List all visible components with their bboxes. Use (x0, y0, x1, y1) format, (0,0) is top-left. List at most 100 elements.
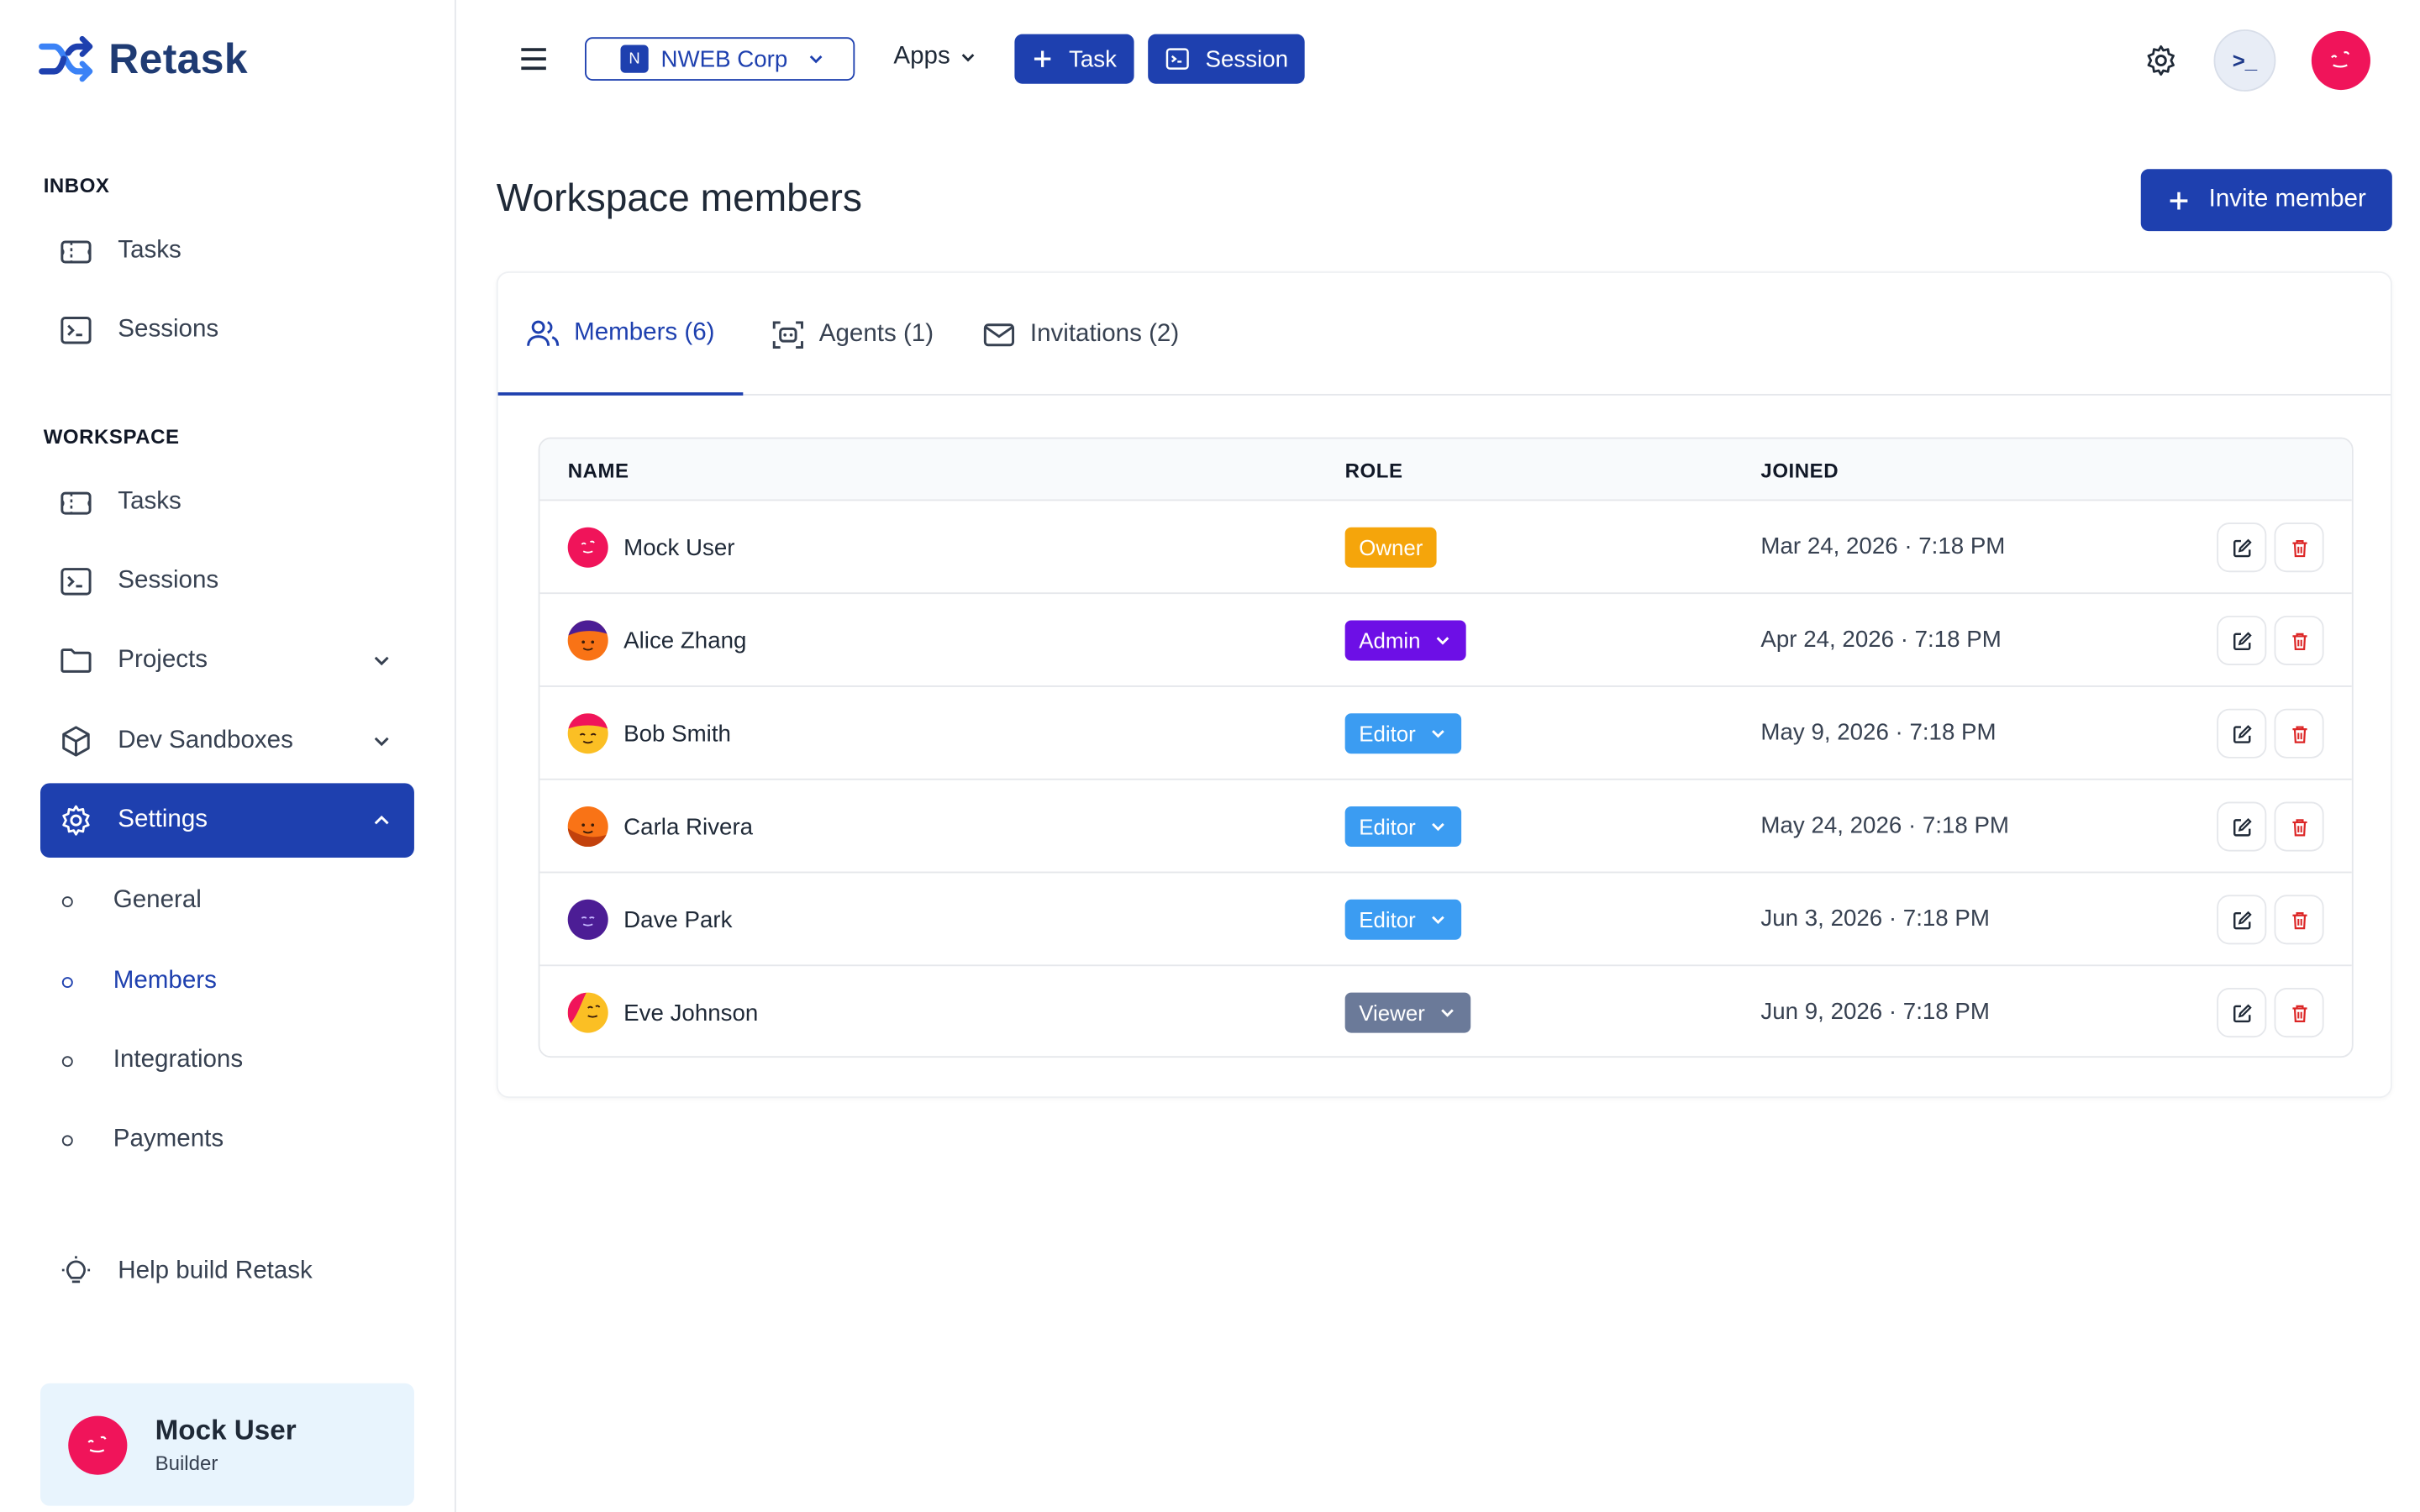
member-name: Bob Smith (623, 720, 731, 747)
sidebar-item-dev-sandboxes[interactable]: Dev Sandboxes (40, 704, 414, 779)
member-name-cell: Eve Johnson (567, 992, 758, 1033)
member-name: Alice Zhang (623, 627, 747, 654)
edit-icon (2233, 538, 2251, 557)
remove-member-button[interactable] (2274, 895, 2324, 945)
chevron-down-icon[interactable] (371, 650, 392, 672)
sidebar: Retask INBOX Tasks Sessions WORKSPACE Ta… (0, 0, 456, 1512)
remove-member-button[interactable] (2274, 801, 2324, 852)
bullet-icon (61, 895, 73, 907)
member-name-cell: Dave Park (567, 899, 733, 940)
avatar-face-icon (567, 713, 608, 744)
table-row: Carla Rivera Editor May 24, 2026 · 7:18 … (539, 780, 2352, 874)
sidebar-item-label: Sessions (118, 316, 219, 344)
shuffle-logo-icon (39, 35, 93, 82)
role-label: Editor (1359, 814, 1416, 839)
sidebar-subitem-payments[interactable]: Payments (40, 1109, 414, 1171)
table-header: NAME ROLE JOINED (539, 438, 2352, 501)
role-dropdown[interactable]: Editor (1344, 899, 1461, 940)
avatar (567, 899, 608, 940)
brand-name: Retask (108, 34, 248, 81)
joined-date: Apr 24, 2026 · 7:18 PM (1760, 626, 2002, 654)
member-name-cell: Carla Rivera (567, 806, 753, 848)
sidebar-subitem-integrations[interactable]: Integrations (40, 1030, 414, 1092)
tab-invitations[interactable]: Invitations (2) (982, 273, 1180, 396)
user-role: Builder (155, 1452, 218, 1475)
table-row: Eve Johnson Viewer Jun 9, 2026 · 7:18 PM (539, 966, 2351, 1056)
help-build-label: Help build Retask (118, 1257, 313, 1284)
table-row: Alice Zhang Admin Apr 24, 2026 · 7:18 PM (539, 594, 2352, 687)
sidebar-item-inbox-sessions[interactable]: Sessions (40, 293, 414, 368)
new-session-button[interactable]: Session (1148, 34, 1306, 84)
sidebar-item-label: Dev Sandboxes (118, 727, 293, 754)
member-name-cell: Mock User (567, 527, 735, 568)
joined-date: Jun 3, 2026 · 7:18 PM (1760, 906, 1990, 932)
page-title: Workspace members (496, 176, 862, 221)
current-user-card[interactable]: Mock User Builder (40, 1383, 414, 1506)
hamburger-menu-icon[interactable] (518, 44, 550, 75)
avatar-face-icon (567, 620, 608, 651)
sidebar-item-inbox-tasks[interactable]: Tasks (40, 214, 414, 289)
workspace-selector[interactable]: N NWEB Corp (585, 37, 855, 81)
plus-icon (1034, 50, 1051, 67)
member-name: Mock User (623, 534, 735, 561)
sidebar-subitem-general[interactable]: General (40, 870, 414, 932)
edit-member-button[interactable] (2217, 988, 2267, 1038)
inbox-section-label: INBOX (43, 173, 110, 197)
joined-date: Jun 9, 2026 · 7:18 PM (1760, 998, 1990, 1026)
new-task-button[interactable]: Task (1014, 34, 1134, 84)
member-name-cell: Alice Zhang (567, 620, 747, 661)
tab-agents[interactable]: Agents (1) (771, 273, 934, 396)
invite-member-button[interactable]: Invite member (2140, 169, 2392, 232)
edit-member-button[interactable] (2217, 615, 2267, 666)
terminal-toggle-button[interactable]: >_ (2213, 29, 2276, 92)
sidebar-item-projects[interactable]: Projects (40, 623, 414, 698)
chevron-up-icon[interactable] (371, 810, 392, 832)
sidebar-item-sessions[interactable]: Sessions (40, 544, 414, 619)
edit-member-button[interactable] (2217, 708, 2267, 759)
sidebar-item-label: Settings (118, 806, 208, 833)
tab-label: Invitations (2) (1029, 320, 1180, 347)
apps-menu-button[interactable]: Apps (893, 44, 978, 71)
role-dropdown[interactable]: Viewer (1344, 992, 1470, 1033)
sidebar-item-tasks[interactable]: Tasks (40, 465, 414, 540)
joined-date: May 9, 2026 · 7:18 PM (1760, 719, 1996, 747)
avatar-face-icon (87, 1435, 107, 1452)
role-dropdown[interactable]: Editor (1344, 713, 1461, 754)
remove-member-button[interactable] (2274, 988, 2324, 1038)
remove-member-button[interactable] (2274, 615, 2324, 666)
role-dropdown[interactable]: Admin (1344, 620, 1466, 661)
chevron-down-icon[interactable] (371, 731, 392, 753)
avatar (567, 713, 608, 754)
edit-icon (2233, 631, 2251, 650)
sidebar-subitem-label: Members (113, 968, 217, 995)
brand-logo[interactable]: Retask (37, 31, 248, 87)
tab-members[interactable]: Members (6) (497, 273, 743, 396)
remove-member-button[interactable] (2274, 708, 2324, 759)
user-avatar-button[interactable] (2311, 30, 2370, 91)
joined-date: May 24, 2026 · 7:18 PM (1760, 812, 2010, 839)
sidebar-subitem-members[interactable]: Members (40, 951, 414, 1013)
gear-icon[interactable] (2144, 44, 2178, 78)
edit-icon (2233, 1003, 2251, 1022)
edit-icon (2233, 724, 2251, 743)
edit-member-button[interactable] (2217, 895, 2267, 945)
role-dropdown[interactable]: Editor (1344, 806, 1461, 848)
invite-member-label: Invite member (2208, 186, 2366, 213)
new-task-label: Task (1069, 45, 1117, 72)
role-label: Admin (1359, 627, 1421, 654)
terminal-icon (60, 568, 92, 596)
remove-member-button[interactable] (2274, 522, 2324, 573)
chevron-down-icon (1440, 1009, 1454, 1017)
sidebar-subitem-label: Integrations (113, 1047, 244, 1074)
sidebar-subitem-label: General (113, 887, 202, 914)
terminal-icon (1165, 48, 1189, 70)
member-name: Dave Park (623, 906, 733, 933)
role-label: Owner (1359, 534, 1423, 560)
trash-icon (2291, 725, 2307, 743)
edit-member-button[interactable] (2217, 801, 2267, 852)
help-build-link[interactable]: Help build Retask (40, 1235, 414, 1310)
sidebar-item-settings[interactable]: Settings (40, 783, 414, 858)
user-name: Mock User (155, 1414, 297, 1446)
chevron-down-icon (962, 54, 976, 62)
edit-member-button[interactable] (2217, 522, 2267, 573)
